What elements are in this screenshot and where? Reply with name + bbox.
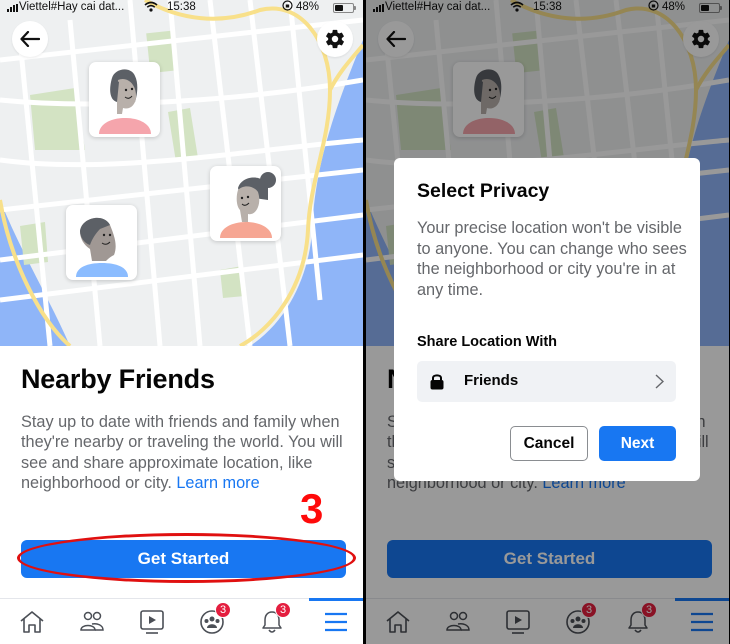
- arrow-left-icon: [20, 31, 40, 47]
- groups-badge: 3: [215, 602, 232, 618]
- home-icon: [20, 611, 44, 633]
- friend-avatar-card: [66, 205, 137, 280]
- tab-friends[interactable]: [62, 599, 122, 644]
- phone-screen-intro: Viettel#Hay cai dat... 15:38 48% Nearby …: [0, 0, 363, 644]
- friend-avatar-card: [210, 166, 281, 241]
- wifi-icon: [144, 1, 158, 15]
- tab-menu[interactable]: [306, 599, 363, 644]
- chevron-right-icon: [655, 374, 665, 394]
- next-button[interactable]: Next: [599, 426, 676, 461]
- friend-avatar-card: [89, 62, 160, 137]
- annotation-highlight-ellipse: [17, 533, 356, 583]
- share-location-value: Friends: [464, 372, 519, 389]
- menu-icon: [325, 612, 347, 632]
- page-description: Stay up to date with friends and family …: [21, 412, 343, 493]
- friend-avatar-woman-bun: [220, 172, 276, 238]
- signal-icon: [7, 4, 18, 12]
- bottom-tab-bar: 3 3: [0, 598, 363, 644]
- lock-icon: [430, 373, 444, 395]
- orientation-lock-icon: [282, 0, 293, 14]
- battery-percent: 48%: [296, 1, 320, 13]
- select-privacy-dialog: Select Privacy Your precise location won…: [394, 158, 700, 481]
- cancel-button[interactable]: Cancel: [510, 426, 588, 461]
- carrier-name: Viettel#Hay cai dat...: [19, 1, 125, 13]
- battery-icon: [333, 3, 356, 13]
- learn-more-link[interactable]: Learn more: [176, 474, 259, 492]
- friend-avatar-woman-short-hair: [99, 69, 151, 134]
- friends-icon: [80, 611, 104, 631]
- friend-avatar-man: [76, 217, 128, 277]
- map-illustration: [0, 0, 363, 346]
- phone-screen-privacy-dialog: Viettel#Hay cai dat... 15:38 48% Nearby …: [366, 0, 729, 644]
- back-button[interactable]: [12, 21, 48, 57]
- dialog-title: Select Privacy: [417, 180, 550, 202]
- gear-icon: [326, 29, 344, 49]
- settings-button[interactable]: [317, 21, 353, 57]
- notifications-badge: 3: [275, 602, 292, 618]
- video-icon: [140, 610, 164, 634]
- status-bar: Viettel#Hay cai dat... 15:38 48%: [0, 0, 363, 16]
- share-location-label: Share Location With: [417, 334, 558, 350]
- map-graphic: [0, 0, 363, 346]
- tab-watch[interactable]: [122, 599, 182, 644]
- dialog-description: Your precise location won't be visible t…: [417, 219, 687, 299]
- annotation-step-number: 3: [300, 485, 324, 532]
- page-title: Nearby Friends: [21, 364, 215, 394]
- tab-notifications[interactable]: 3: [242, 599, 302, 644]
- clock-time: 15:38: [167, 1, 196, 13]
- tab-groups[interactable]: 3: [182, 599, 242, 644]
- tab-home[interactable]: [2, 599, 62, 644]
- share-location-select[interactable]: Friends: [417, 361, 676, 402]
